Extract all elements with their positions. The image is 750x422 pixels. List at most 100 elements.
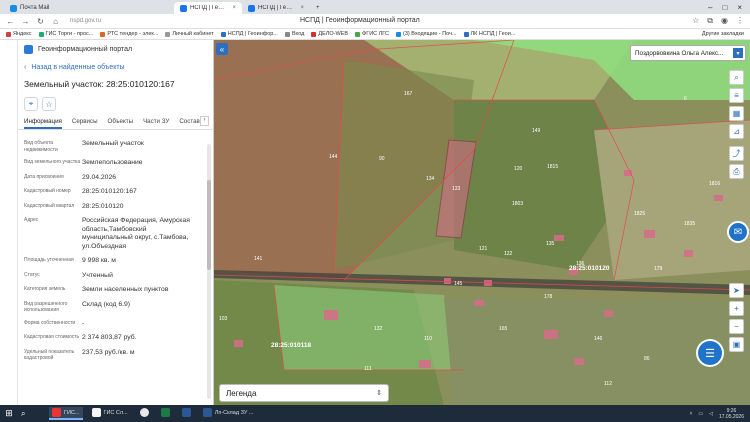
building bbox=[684, 250, 693, 257]
building bbox=[444, 278, 451, 284]
map-canvas[interactable]: 167 144 149 133 134 120 145 121 122 135 … bbox=[214, 40, 750, 405]
user-menu[interactable]: Поздорвовкина Ольга Алекс... ▾ bbox=[630, 45, 746, 61]
chat-support-icon[interactable]: ☰ bbox=[698, 341, 722, 365]
browser-tab-nspd-active[interactable]: НСПД | Геоинформацио... × bbox=[174, 2, 242, 14]
share-icon[interactable]: ⤴ bbox=[729, 146, 744, 161]
taskbar-app-word[interactable] bbox=[179, 407, 194, 420]
taskbar-app-excel[interactable] bbox=[158, 407, 173, 420]
parcel-label: 110 bbox=[424, 336, 432, 342]
back-to-results-link[interactable]: ‹ Назад в найденные объекты bbox=[18, 64, 213, 71]
tab-information[interactable]: Информация bbox=[24, 118, 62, 129]
profile-icon[interactable]: ◉ bbox=[721, 16, 728, 26]
forward-arrow-icon[interactable]: → bbox=[21, 17, 30, 26]
left-icon-strip bbox=[0, 40, 18, 405]
chevron-down-icon[interactable]: ▾ bbox=[733, 48, 743, 58]
taskbar-app-browser[interactable]: ГИС... bbox=[49, 407, 83, 420]
zoom-out-icon[interactable]: − bbox=[729, 319, 744, 334]
extensions-icon[interactable]: ⧉ bbox=[707, 16, 713, 26]
bookmark-item[interactable]: РТС тендер - элек... bbox=[100, 31, 158, 37]
bookmark-item[interactable]: НСПД | Геоинфор... bbox=[220, 31, 278, 37]
tab-objects[interactable]: Объекты bbox=[108, 118, 134, 129]
taskbar-search-icon[interactable]: ⌕ bbox=[21, 408, 43, 420]
locate-on-map-icon[interactable]: ⌖ bbox=[24, 97, 38, 111]
bookmark-star-icon[interactable]: ☆ bbox=[692, 16, 699, 26]
browser-actions: ☆ ⧉ ◉ ⋮ bbox=[692, 16, 744, 26]
bookmark-item[interactable]: Личный кабинет bbox=[165, 31, 214, 37]
bookmark-item[interactable]: ГИС Торги - прос... bbox=[38, 31, 93, 37]
panel-scrollbar[interactable] bbox=[207, 144, 211, 399]
bookmark-icon bbox=[311, 31, 317, 37]
print-icon[interactable]: ⎙ bbox=[729, 164, 744, 179]
windows-taskbar: ⊞ ⌕ ГИС... ГИС Сл... Лп-Склад ЗУ ... ˄ ▭… bbox=[0, 405, 750, 422]
legend-label: Легенда bbox=[226, 388, 257, 398]
taskbar-app-document[interactable]: Лп-Склад ЗУ ... bbox=[200, 407, 257, 420]
search-icon[interactable]: ⌕ bbox=[729, 70, 744, 85]
bookmark-item[interactable]: ФГИС ЛГС bbox=[355, 31, 389, 37]
parcel-label: 111 bbox=[364, 366, 372, 372]
home-icon[interactable]: ⌂ bbox=[51, 17, 60, 26]
scrollbar-thumb[interactable] bbox=[207, 180, 211, 270]
layers-icon[interactable]: ≡ bbox=[729, 88, 744, 103]
tab-parts[interactable]: Части ЗУ bbox=[143, 118, 169, 129]
browser-tab-mail[interactable]: Почта Mail bbox=[4, 2, 64, 14]
close-window-icon[interactable]: × bbox=[737, 3, 742, 12]
clock[interactable]: 9:26 17.05.2026 bbox=[719, 408, 744, 420]
collapse-panel-button[interactable]: « bbox=[216, 43, 228, 55]
bookmark-item[interactable]: ДЕЛО-WEB bbox=[311, 31, 348, 37]
url-field[interactable]: nspd.gov.ru bbox=[70, 18, 101, 24]
tray-arrow-icon[interactable]: ˄ bbox=[689, 411, 692, 417]
attr-label: Кадастровая стоимость bbox=[24, 334, 80, 340]
attr-label: Вид земельного участка bbox=[24, 159, 81, 165]
parcel-label: 103 bbox=[219, 316, 228, 322]
bookmark-item[interactable]: Вход bbox=[284, 31, 304, 37]
bookmark-item[interactable]: Яндекс bbox=[6, 31, 32, 37]
bookmark-item[interactable]: ЛК НСПД | Геои... bbox=[463, 31, 515, 37]
taskbar-app-gis[interactable]: ГИС Сл... bbox=[89, 407, 131, 420]
parcel-label: 86 bbox=[644, 356, 650, 362]
other-bookmarks[interactable]: Другие закладки bbox=[702, 31, 744, 37]
close-tab-icon[interactable]: × bbox=[232, 5, 236, 11]
network-icon[interactable]: ▭ bbox=[698, 411, 703, 417]
menu-icon[interactable]: ⋮ bbox=[736, 16, 744, 26]
tab-services[interactable]: Сервисы bbox=[72, 118, 98, 129]
building bbox=[554, 235, 564, 241]
browser-tab-nspd[interactable]: НСПД | Геоинформацио... × bbox=[242, 2, 310, 14]
new-tab-button[interactable]: + bbox=[310, 2, 326, 14]
basemap-icon[interactable]: ▣ bbox=[729, 337, 744, 352]
legend-dropdown[interactable]: Легенда ⇕ bbox=[219, 384, 389, 402]
back-arrow-icon[interactable]: ← bbox=[6, 17, 15, 26]
attr-label: Категория земель bbox=[24, 286, 66, 292]
minimize-icon[interactable]: – bbox=[708, 3, 712, 12]
parcel-label: 167 bbox=[404, 91, 413, 97]
building bbox=[474, 300, 484, 306]
yandex-browser-icon bbox=[52, 408, 61, 417]
bookmarks-bar: Яндекс ГИС Торги - прос... РТС тендер - … bbox=[0, 29, 750, 40]
parcel-label: 134 bbox=[426, 176, 435, 182]
back-link-label: Назад в найденные объекты bbox=[31, 64, 125, 71]
volume-icon[interactable]: ◁ bbox=[709, 411, 713, 417]
tab-label: Почта Mail bbox=[20, 5, 50, 11]
tab-composition[interactable]: Состав bbox=[179, 118, 200, 129]
reload-icon[interactable]: ↻ bbox=[36, 17, 45, 26]
grid-icon[interactable]: ▦ bbox=[729, 106, 744, 121]
attr-value: 237,53 руб./кв. м bbox=[82, 348, 135, 356]
taskbar-app-chrome[interactable] bbox=[137, 407, 152, 420]
parcel-label: 1825 bbox=[634, 211, 645, 217]
maximize-icon[interactable]: □ bbox=[722, 3, 727, 12]
windows-start-icon[interactable]: ⊞ bbox=[3, 408, 15, 420]
quarter-label: 28:25:010118 bbox=[271, 342, 312, 349]
measure-icon[interactable]: ⊿ bbox=[729, 124, 744, 139]
parcel-label: 1815 bbox=[547, 164, 558, 170]
quarter-label: 28:25:010120 bbox=[569, 265, 610, 272]
parcel-label: 90 bbox=[379, 156, 385, 162]
locate-icon[interactable]: ➤ bbox=[729, 283, 744, 298]
chevron-updown-icon[interactable]: ⇕ bbox=[376, 389, 382, 397]
tabs-scroll-right-icon[interactable]: › bbox=[200, 116, 209, 126]
close-tab-icon[interactable]: × bbox=[300, 5, 304, 11]
zoom-in-icon[interactable]: + bbox=[729, 301, 744, 316]
bookmark-item[interactable]: (3) Входящие - Поч... bbox=[395, 31, 457, 37]
favorite-star-icon[interactable]: ☆ bbox=[42, 97, 56, 111]
assistant-icon[interactable]: ✉ bbox=[727, 221, 749, 243]
attr-row: Кадастровый номер 28:25:010120:167 bbox=[24, 188, 207, 197]
parcel-label: 149 bbox=[532, 128, 541, 134]
